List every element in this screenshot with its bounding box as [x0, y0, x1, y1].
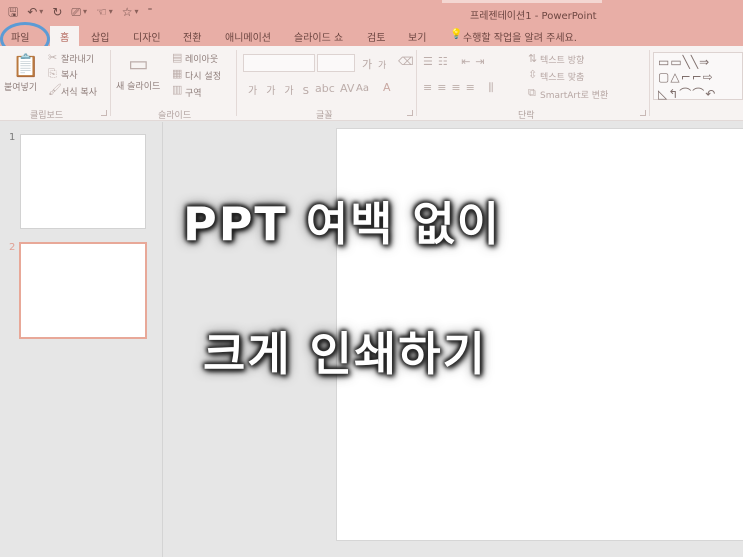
group-divider	[110, 50, 111, 116]
overlay-headline-line2: 크게 인쇄하기	[203, 327, 487, 381]
copy-icon: ⎘	[48, 67, 57, 80]
shape-row-icons[interactable]: ◺↰⌒⌒↶	[658, 85, 716, 102]
window-title: 프레젠테이션1 - PowerPoint	[470, 11, 597, 22]
text-direction-button[interactable]: 텍스트 방향	[540, 53, 584, 66]
shape-row-icons[interactable]: ▭▭╲╲⇒	[658, 55, 710, 69]
font-launcher-icon[interactable]	[407, 110, 413, 116]
font-size-combobox[interactable]	[317, 54, 355, 72]
smartart-icon: ⧉	[528, 86, 536, 99]
font-size-down-button[interactable]: 가	[378, 58, 386, 71]
group-divider	[236, 50, 237, 116]
new-slide-icon[interactable]: ▭	[128, 52, 149, 77]
smartart-button[interactable]: SmartArt로 변환	[540, 88, 608, 101]
clipboard-group-label: 클립보드	[30, 111, 64, 121]
slide-number: 2	[9, 242, 16, 253]
title-bar-highlight	[442, 0, 602, 3]
list-icons[interactable]: ☰☷ ⇤⇥	[423, 55, 490, 68]
paragraph-launcher-icon[interactable]	[640, 110, 646, 116]
text-direction-icon: ⇅	[528, 52, 538, 65]
tab-review[interactable]: 검토	[367, 29, 385, 44]
layout-icon: ▤	[172, 51, 183, 64]
paragraph-group-label: 단락	[518, 111, 535, 121]
undo-dropdown-icon[interactable]: ▾	[39, 4, 43, 20]
tab-slide-show[interactable]: 슬라이드 쇼	[294, 29, 343, 44]
tab-design[interactable]: 디자인	[133, 29, 161, 44]
from-beginning-dropdown-icon[interactable]: ▾	[83, 4, 87, 20]
paste-button[interactable]: 붙여넣기	[4, 80, 37, 93]
cut-button[interactable]: 잘라내기	[61, 52, 94, 65]
tell-me-search[interactable]: 수행할 작업을 알려 주세요.	[463, 29, 577, 44]
title-bar: 🖫 ↶ ▾ ↻ ⎚ ▾ ☜ ▾ ☆ ▾ ⁼ 프레젠테이션1 - PowerPoi…	[0, 0, 743, 26]
tab-transitions[interactable]: 전환	[183, 29, 201, 44]
tab-animations[interactable]: 애니메이션	[225, 29, 271, 44]
ribbon: 📋 붙여넣기 ✂ 잘라내기 ⎘ 복사 🖌 서식 복사 클립보드 ▭ 새 슬라이드…	[0, 46, 743, 121]
change-case-button[interactable]: Aa	[356, 83, 369, 94]
overlay-headline-line1: PPT 여백 없이	[183, 197, 502, 251]
tab-view[interactable]: 보기	[408, 29, 426, 44]
redo-icon[interactable]: ↻	[52, 4, 62, 20]
slide-thumbnail-1[interactable]	[20, 134, 146, 229]
tab-file[interactable]: 파일	[11, 29, 29, 44]
clipboard-launcher-icon[interactable]	[101, 110, 107, 116]
font-size-up-button[interactable]: 가	[362, 56, 372, 72]
layout-button[interactable]: 레이아웃	[185, 52, 218, 65]
slide-thumbnail-2[interactable]	[19, 242, 147, 339]
ribbon-tabs: 파일 홈 삽입 디자인 전환 애니메이션 슬라이드 쇼 검토 보기 💡 수행할 …	[0, 26, 743, 46]
group-divider	[649, 50, 650, 116]
format-painter-icon: 🖌	[48, 83, 62, 96]
customize-qat-icon[interactable]: ⁼	[148, 4, 153, 20]
star-dropdown-icon[interactable]: ▾	[135, 4, 139, 20]
font-style-buttons[interactable]: 가가가S	[248, 82, 318, 97]
from-beginning-icon[interactable]: ⎚	[71, 4, 81, 20]
section-icon: ▥	[172, 83, 183, 96]
group-divider	[416, 50, 417, 116]
touch-mode-icon[interactable]: ☜	[96, 4, 107, 20]
paste-icon[interactable]: 📋	[12, 54, 39, 79]
slide-thumbnail-pane: 1 2	[0, 122, 163, 557]
format-painter-button[interactable]: 서식 복사	[61, 85, 97, 98]
undo-icon[interactable]: ↶	[27, 4, 37, 20]
align-text-button[interactable]: 텍스트 맞춤	[540, 70, 584, 83]
new-slide-button[interactable]: 새 슬라이드	[116, 79, 160, 92]
tell-me-bulb-icon: 💡	[450, 29, 463, 40]
copy-button[interactable]: 복사	[61, 68, 78, 81]
shapes-gallery[interactable]: ▭▭╲╲⇒ ▢△⌐⌐⇨ ◺↰⌒⌒↶	[653, 52, 743, 102]
touch-dropdown-icon[interactable]: ▾	[109, 4, 113, 20]
slides-group-label: 슬라이드	[158, 111, 192, 121]
clear-formatting-icon[interactable]: ⌫	[398, 55, 414, 68]
align-text-icon: ⇳	[528, 68, 538, 81]
tab-home[interactable]: 홈	[50, 26, 80, 46]
reset-button[interactable]: 다시 설정	[185, 69, 221, 82]
font-color-icon[interactable]: A	[383, 81, 391, 94]
align-icons[interactable]: ≡≡≡≡ ⫼	[423, 81, 498, 95]
tab-insert[interactable]: 삽입	[91, 29, 109, 44]
scissors-icon: ✂	[48, 51, 58, 64]
section-button[interactable]: 구역	[185, 86, 202, 99]
star-icon[interactable]: ☆	[122, 4, 133, 20]
reset-icon: ▦	[172, 67, 183, 80]
char-spacing-icon[interactable]: AV	[340, 82, 354, 95]
shape-row-icons[interactable]: ▢△⌐⌐⇨	[658, 70, 714, 84]
font-name-combobox[interactable]	[243, 54, 315, 72]
font-group-label: 글꼴	[316, 111, 333, 121]
strikethrough-icon[interactable]: abc	[315, 82, 335, 95]
quick-access-toolbar: 🖫 ↶ ▾ ↻ ⎚ ▾ ☜ ▾ ☆ ▾ ⁼	[8, 4, 152, 20]
save-icon[interactable]: 🖫	[8, 4, 18, 20]
slide-number: 1	[9, 132, 16, 143]
